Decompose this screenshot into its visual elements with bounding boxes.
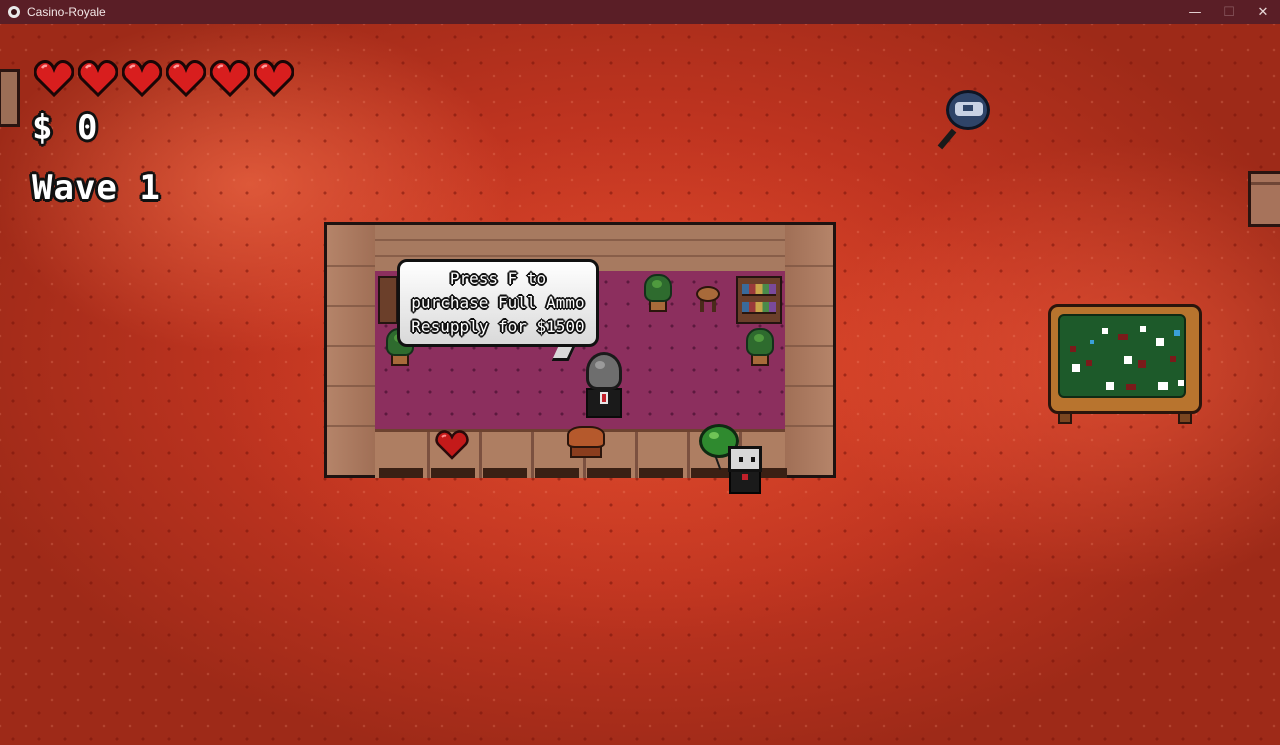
shopkeeper-npc: [580, 352, 628, 420]
minimize-button[interactable]: —: [1178, 0, 1212, 24]
health-hearts: [33, 60, 295, 98]
game-viewport[interactable]: $ 0 Wave 1 Press F to purchase Full Ammo…: [0, 24, 1280, 745]
ammo-crate-icon[interactable]: [567, 426, 605, 460]
bookshelf: [736, 276, 782, 324]
heart-icon: [165, 60, 207, 98]
heart-icon: [209, 60, 251, 98]
money-counter: $ 0: [32, 108, 100, 148]
shop-wall-left: [327, 225, 375, 475]
card-table: [1048, 304, 1202, 424]
app-skull-icon: [8, 6, 20, 18]
shop-prompt-bubble: Press F to purchase Full Ammo Resupply f…: [397, 259, 599, 347]
heart-icon: [33, 60, 75, 98]
close-button[interactable]: ✕: [1246, 0, 1280, 24]
shop-prompt-text: Press F to purchase Full Ammo Resupply f…: [411, 269, 585, 336]
heart-icon: [121, 60, 163, 98]
wall-segment-left: [0, 69, 20, 127]
window-title: Casino-Royale: [27, 5, 106, 19]
window-titlebar: Casino-Royale — ☐ ✕: [0, 0, 1280, 24]
heart-icon: [253, 60, 295, 98]
window-controls: — ☐ ✕: [1178, 0, 1280, 24]
bar-stool: [696, 286, 720, 312]
maximize-button[interactable]: ☐: [1212, 0, 1246, 24]
bookshelf: [378, 276, 398, 324]
player-character: [699, 424, 765, 496]
shop-wall-right: [785, 225, 833, 475]
potted-plant: [746, 328, 774, 368]
potted-plant: [644, 274, 672, 314]
heart-icon: [77, 60, 119, 98]
wall-segment-right: [1248, 171, 1280, 227]
wave-counter: Wave 1: [32, 168, 161, 208]
heart-icon[interactable]: [435, 430, 469, 460]
enemy-sprite: [937, 88, 994, 152]
